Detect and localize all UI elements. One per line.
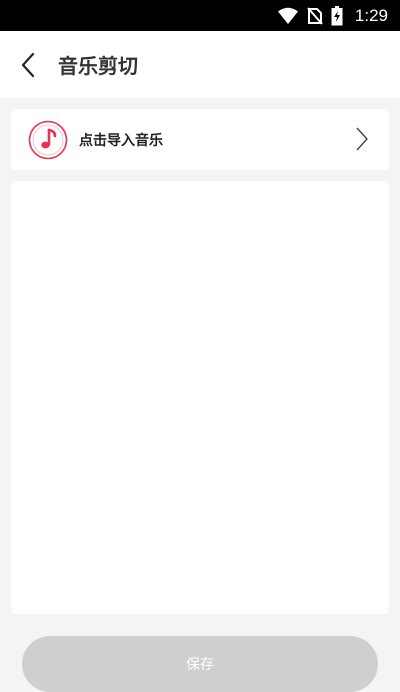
status-bar: 1:29 xyxy=(0,0,400,31)
import-music-label: 点击导入音乐 xyxy=(79,132,163,149)
status-time: 1:29 xyxy=(354,5,388,25)
no-sim-icon xyxy=(307,6,323,25)
waveform-panel xyxy=(11,181,389,614)
chevron-right-icon xyxy=(356,127,368,151)
page-title: 音乐剪切 xyxy=(58,54,138,78)
chevron-left-icon xyxy=(21,52,35,77)
save-button[interactable]: 保存 xyxy=(22,636,378,692)
app-bar: 音乐剪切 xyxy=(0,31,400,98)
back-button[interactable] xyxy=(0,31,56,98)
music-note-icon xyxy=(28,120,68,159)
import-music-card[interactable]: 点击导入音乐 xyxy=(11,109,389,170)
battery-charging-icon xyxy=(331,5,343,25)
wifi-icon xyxy=(277,7,298,24)
